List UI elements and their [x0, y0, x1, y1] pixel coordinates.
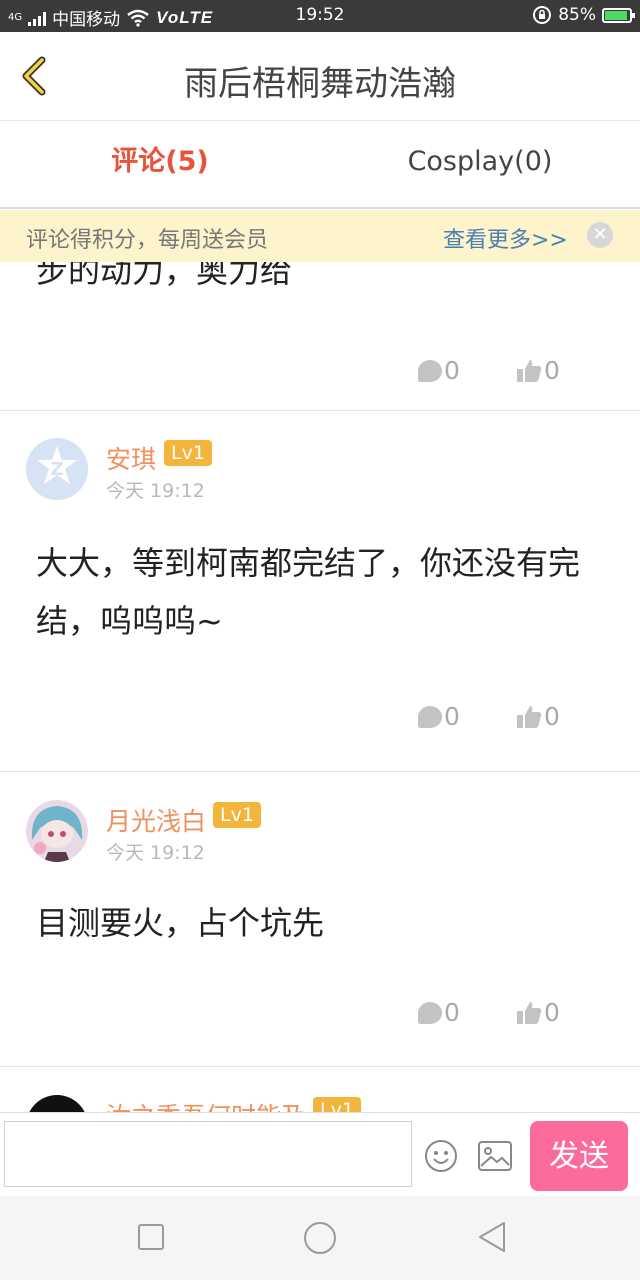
comment-bubble-icon	[418, 359, 442, 382]
comment-time: 今天 19:12	[106, 480, 205, 502]
reply-button[interactable]: 0	[418, 702, 460, 731]
reply-count: 0	[444, 702, 460, 731]
reply-count: 0	[444, 998, 460, 1027]
like-count: 0	[544, 702, 560, 731]
comment-item: 汝之秀吾何时能及 Lv1	[0, 1067, 640, 1112]
comment-item: Z 安琪 Lv1 今天 19:12 大大，等到柯南都完结了，你还没有完结，呜呜呜…	[0, 410, 640, 772]
comment-item: 月光浅白 Lv1 今天 19:12 目测要火，占个坑先 0 0	[0, 772, 640, 1067]
comment-list[interactable]: 步的动力，奥力给 0 0 Z 安琪 Lv1 今天 19:12 大大，等到柯南都完…	[0, 262, 640, 1112]
tab-comments[interactable]: 评论(5)	[0, 121, 320, 207]
username[interactable]: 安琪	[106, 440, 156, 476]
view-more-link[interactable]: 查看更多>>	[443, 222, 568, 254]
avatar[interactable]	[26, 800, 88, 862]
circle-home-icon[interactable]	[302, 1220, 338, 1256]
reply-button[interactable]: 0	[418, 998, 460, 1027]
tab-cosplay[interactable]: Cosplay(0)	[320, 121, 640, 207]
username[interactable]: 月光浅白	[106, 802, 206, 838]
app-header: 雨后梧桐舞动浩瀚	[0, 32, 640, 121]
thumbs-up-icon	[517, 1001, 542, 1024]
send-button[interactable]: 发送	[530, 1121, 628, 1191]
comment-input[interactable]	[4, 1121, 412, 1187]
like-button[interactable]: 0	[516, 702, 560, 731]
square-recents-icon[interactable]	[137, 1223, 165, 1251]
comment-body: 大大，等到柯南都完结了，你还没有完结，呜呜呜~	[36, 544, 581, 640]
comment-input-bar: 发送	[0, 1112, 640, 1195]
rotation-lock-icon	[533, 6, 552, 24]
close-icon[interactable]: ✕	[587, 222, 613, 248]
page-title: 雨后梧桐舞动浩瀚	[184, 64, 456, 104]
qq-avatar-icon: Z	[26, 438, 88, 500]
promo-banner: 评论得积分，每周送会员 查看更多>> ✕	[0, 210, 640, 262]
comment-bubble-icon	[418, 705, 442, 728]
status-right: 85%	[532, 5, 635, 25]
image-icon[interactable]	[478, 1141, 512, 1171]
level-badge: Lv1	[213, 802, 261, 828]
comment-time: 今天 19:12	[106, 842, 205, 864]
avatar[interactable]	[26, 1095, 88, 1112]
status-bar: 4G 中国移动 VoLTE 19:52 85%	[0, 0, 640, 32]
svg-text:Z: Z	[50, 459, 63, 480]
thumbs-up-icon	[517, 705, 542, 728]
comment-body: 目测要火，占个坑先	[36, 904, 325, 942]
level-badge: Lv1	[313, 1097, 361, 1112]
like-count: 0	[544, 356, 560, 385]
comment-item: 步的动力，奥力给 0 0	[0, 262, 640, 411]
comment-bubble-icon	[418, 1001, 442, 1024]
reply-count: 0	[444, 356, 460, 385]
comment-body: 步的动力，奥力给	[36, 262, 293, 290]
username[interactable]: 汝之秀吾何时能及	[106, 1097, 306, 1112]
triangle-back-icon[interactable]	[476, 1220, 508, 1254]
like-button[interactable]: 0	[516, 998, 560, 1027]
anime-girl-avatar-icon	[26, 800, 88, 862]
reply-button[interactable]: 0	[418, 356, 460, 385]
level-badge: Lv1	[164, 440, 212, 466]
battery-percent: 85%	[558, 5, 596, 25]
promo-text: 评论得积分，每周送会员	[26, 228, 269, 253]
battery-icon	[602, 7, 635, 23]
system-nav-bar	[0, 1196, 640, 1280]
thumbs-up-icon	[517, 359, 542, 382]
tab-bar: 评论(5) Cosplay(0)	[0, 121, 640, 209]
avatar[interactable]: Z	[26, 438, 88, 500]
emoji-icon[interactable]	[424, 1139, 458, 1173]
like-button[interactable]: 0	[516, 356, 560, 385]
like-count: 0	[544, 998, 560, 1027]
